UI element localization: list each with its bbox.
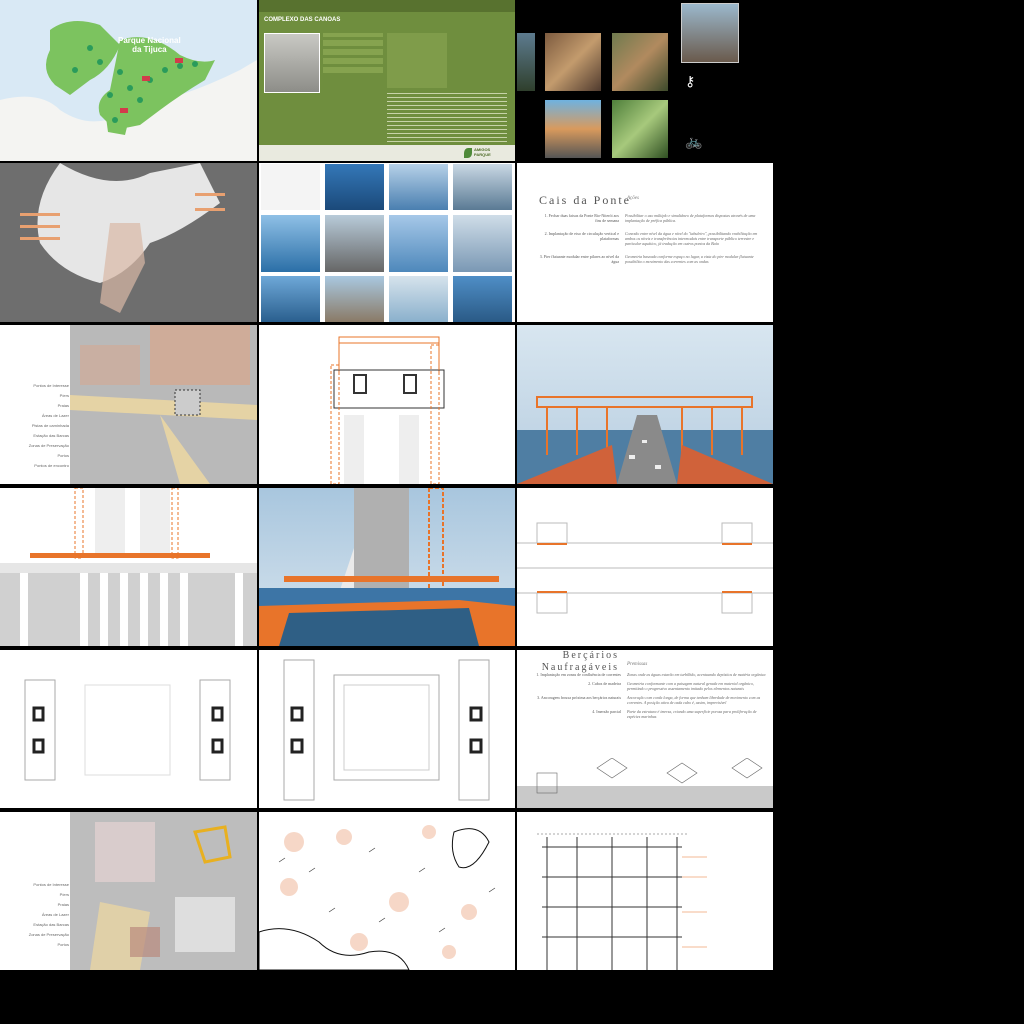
- slide-item: 3. Pier flutuante modular entre pilares …: [539, 254, 754, 264]
- plan-squares-tile-1[interactable]: [0, 650, 257, 808]
- grid-photo[interactable]: [261, 164, 320, 210]
- slide-item: 1. Fechar duas faixas da Ponte Rio-Niter…: [544, 213, 756, 223]
- structural-grid-graphic: [537, 833, 707, 970]
- collage-photo[interactable]: [545, 33, 601, 91]
- section-drawing-tile[interactable]: [259, 325, 515, 484]
- grid-photo[interactable]: [325, 276, 384, 322]
- grid-photo[interactable]: [325, 215, 384, 272]
- legend: Pontos de Interesse Píers Praias Áreas d…: [5, 383, 69, 468]
- info-box: [387, 33, 447, 88]
- legend-item: Áreas de Lazer: [41, 912, 69, 917]
- grid-photo[interactable]: [453, 215, 512, 272]
- park-map-graphic: [0, 0, 257, 161]
- grid-photo[interactable]: [389, 276, 448, 322]
- grid-photo[interactable]: [453, 276, 512, 322]
- slide-title: Cais da Ponte: [539, 193, 631, 207]
- bridge-render-tile[interactable]: [517, 325, 773, 484]
- pier-elevation-tile[interactable]: [0, 488, 257, 646]
- leaf-icon: [464, 148, 472, 158]
- building-photo: [264, 33, 320, 93]
- collage-photo[interactable]: [612, 33, 668, 91]
- legend-item: Pontos de Interesse: [33, 882, 69, 887]
- legend-item: Praias: [57, 403, 69, 408]
- section-title: COMPLEXO DAS CANOAS: [264, 17, 341, 23]
- grid-photo[interactable]: [261, 215, 320, 272]
- park-map-tile[interactable]: Parque Nacional da Tijuca: [0, 0, 257, 161]
- pier-elevation-graphic: [0, 488, 257, 646]
- current-map-tile[interactable]: [259, 812, 515, 970]
- legend-item: Zonas de Preservação: [28, 443, 69, 448]
- legend-item: Estação das Barcas: [33, 922, 69, 927]
- plan-squares-graphic-1: [24, 679, 231, 781]
- photo-grid-tile[interactable]: [259, 163, 515, 322]
- site-header: [259, 0, 515, 12]
- slide-item: 2. Implantação de eixo de circulação ver…: [544, 231, 758, 246]
- plan-drawing-tile[interactable]: [517, 488, 773, 646]
- slide-heading: Premissas: [627, 662, 648, 667]
- legend-item: Estação das Barcas: [33, 433, 69, 438]
- legend: Pontos de Interesse Píers Praias Áreas d…: [5, 882, 69, 947]
- pier-render-graphic: [259, 488, 515, 646]
- plan-drawing-graphic: [517, 522, 773, 614]
- info-grid: [323, 33, 383, 73]
- text-slide-cais-da-ponte[interactable]: Cais da Ponte Ações 1. Fechar duas faixa…: [517, 163, 773, 322]
- slide-heading: Ações: [627, 196, 639, 201]
- slide-item: 1. Implantação em zonas de confluência d…: [536, 672, 766, 677]
- slide-items: 1. Fechar duas faixas da Ponte Rio-Niter…: [539, 213, 769, 264]
- collage-photo[interactable]: [517, 33, 535, 91]
- website-screenshot-tile[interactable]: COMPLEXO DAS CANOAS AMIGOS PARQUE: [259, 0, 515, 161]
- grid-photo[interactable]: [389, 215, 448, 272]
- slide-title: Berçários Naufragáveis: [541, 650, 619, 673]
- slide-item: 2. Cubos de madeira Geometria conformant…: [588, 681, 754, 691]
- park-label: Parque Nacional da Tijuca: [118, 36, 181, 54]
- grid-photo[interactable]: [325, 164, 384, 210]
- aerial-map-tile[interactable]: [0, 163, 257, 322]
- plan-squares-tile-2[interactable]: [259, 650, 515, 808]
- legend-item: Praias: [57, 902, 69, 907]
- legend-map-tile-2[interactable]: Pontos de Interesse Píers Praias Áreas d…: [0, 812, 257, 970]
- structural-grid-tile[interactable]: [517, 812, 773, 970]
- collage-photo[interactable]: [612, 100, 668, 158]
- legend-map-tile[interactable]: Pontos de Interesse Píers Praias Áreas d…: [0, 325, 257, 484]
- bicycle-icon: 🚲: [685, 133, 703, 149]
- slide-item: 4. Imersão parcial Parte da estrutura é …: [592, 709, 757, 719]
- slide-items: 1. Implantação em zonas de confluência d…: [531, 672, 771, 719]
- legend-item: Portos: [57, 942, 69, 947]
- legend-item: Zonas de Preservação: [28, 932, 69, 937]
- legend-item: Pontos de Interesse: [33, 383, 69, 388]
- legend-item: Pistas de caminhada: [31, 423, 69, 428]
- grid-photo[interactable]: [453, 164, 512, 210]
- footer-brand: AMIGOS PARQUE: [474, 147, 491, 157]
- collage-photo[interactable]: [545, 100, 601, 158]
- legend-item: Pontos de encontro: [34, 463, 69, 468]
- cube-illustration: [517, 758, 773, 808]
- body-text: [387, 92, 507, 142]
- legend-item: Portos: [57, 453, 69, 458]
- legend-item: Píers: [59, 892, 69, 897]
- current-map-graphic: [259, 825, 496, 970]
- section-drawing-graphic: [330, 336, 445, 484]
- photo-collage-tile[interactable]: ⚷ 🚲: [517, 0, 773, 161]
- key-icon: ⚷: [685, 73, 696, 89]
- text-slide-bercarios[interactable]: Berçários Naufragáveis Premissas 1. Impl…: [517, 650, 773, 808]
- slide-item: 3. Ancoragem frouxa próxima aos berçário…: [537, 695, 761, 705]
- grid-photo[interactable]: [261, 276, 320, 322]
- legend-item: Áreas de Lazer: [41, 413, 69, 418]
- collage-photo[interactable]: [681, 3, 739, 63]
- bridge-render-graphic: [517, 396, 773, 484]
- grid-photo[interactable]: [389, 164, 448, 210]
- pier-render-tile[interactable]: [259, 488, 515, 646]
- plan-squares-graphic-2: [283, 659, 490, 801]
- aerial-map-graphic: [0, 163, 257, 322]
- legend-item: Píers: [59, 393, 69, 398]
